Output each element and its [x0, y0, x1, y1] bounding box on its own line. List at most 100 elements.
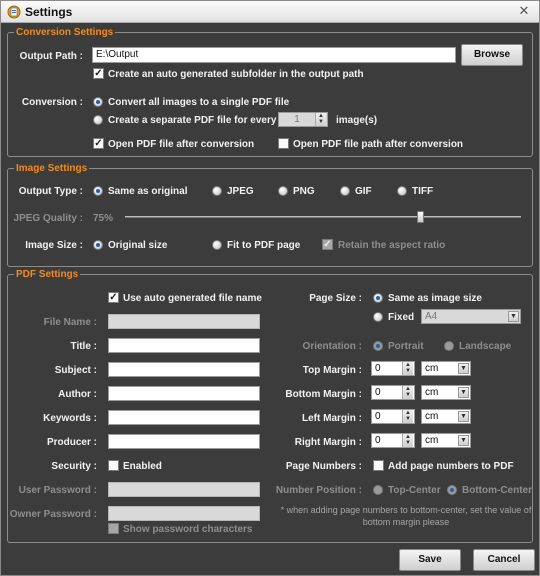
retain-ratio-label: Retain the aspect ratio	[338, 240, 446, 251]
file-name-label: File Name :	[43, 317, 97, 328]
images-per-pdf-value: 1	[294, 114, 300, 125]
owner-password-input[interactable]	[108, 506, 260, 521]
security-enabled-checkbox[interactable]	[108, 460, 119, 471]
bottom-margin-label: Bottom Margin :	[285, 389, 362, 400]
type-radio-gif[interactable]	[340, 186, 350, 196]
bottom-center-label: Bottom-Center	[462, 485, 532, 496]
top-center-radio[interactable]	[373, 485, 383, 495]
keywords-input[interactable]	[108, 410, 260, 425]
single-pdf-radio[interactable]	[93, 97, 103, 107]
left-margin-stepper[interactable]: 0 ▲ ▼	[371, 409, 415, 424]
top-margin-unit-select[interactable]: cm ▼	[421, 361, 471, 376]
stepper-arrows-icon[interactable]: ▲ ▼	[402, 386, 413, 399]
page-number-note: * when adding page numbers to bottom-cen…	[280, 505, 532, 527]
orientation-label: Orientation :	[302, 341, 362, 352]
fixed-size-radio[interactable]	[373, 312, 383, 322]
bottom-center-radio[interactable]	[447, 485, 457, 495]
landscape-radio[interactable]	[444, 341, 454, 351]
portrait-label: Portrait	[388, 341, 424, 352]
settings-window: Settings ✕ Conversion Settings Output Pa…	[0, 0, 540, 576]
type-radio-png[interactable]	[278, 186, 288, 196]
left-margin-value: 0	[375, 411, 381, 422]
bottom-margin-unit-select[interactable]: cm ▼	[421, 385, 471, 400]
type-radio-tiff[interactable]	[397, 186, 407, 196]
output-path-input[interactable]: E:\Output	[92, 47, 456, 63]
chevron-down-icon[interactable]: ▼	[458, 435, 469, 446]
stepper-arrows-icon[interactable]: ▲ ▼	[402, 410, 413, 423]
conversion-label: Conversion :	[21, 97, 83, 108]
jpeg-quality-label: JPEG Quality :	[13, 213, 83, 224]
keywords-label: Keywords :	[43, 413, 97, 424]
original-size-radio[interactable]	[93, 240, 103, 250]
stepper-arrows-icon[interactable]: ▲ ▼	[402, 434, 413, 447]
right-margin-unit: cm	[425, 435, 439, 446]
output-path-label: Output Path :	[19, 51, 83, 62]
type-label-same: Same as original	[108, 186, 188, 197]
top-center-label: Top-Center	[388, 485, 441, 496]
conversion-settings-legend: Conversion Settings	[16, 27, 114, 38]
open-path-checkbox[interactable]	[278, 138, 289, 149]
retain-ratio-checkbox[interactable]: ✓	[322, 239, 333, 250]
jpeg-quality-value: 75%	[93, 213, 114, 224]
top-margin-stepper[interactable]: 0 ▲ ▼	[371, 361, 415, 376]
producer-label: Producer :	[46, 437, 97, 448]
type-label-jpeg: JPEG	[227, 186, 254, 197]
subfolder-label: Create an auto generated subfolder in th…	[108, 69, 364, 80]
fixed-size-select[interactable]: A4 ▼	[421, 309, 521, 324]
open-pdf-label: Open PDF file after conversion	[108, 139, 255, 150]
add-page-numbers-checkbox[interactable]	[373, 460, 384, 471]
same-as-image-radio[interactable]	[373, 293, 383, 303]
app-icon	[7, 5, 21, 19]
left-margin-label: Left Margin :	[302, 413, 362, 424]
right-margin-stepper[interactable]: 0 ▲ ▼	[371, 433, 415, 448]
pdf-settings-legend: PDF Settings	[16, 269, 79, 280]
chevron-down-icon[interactable]: ▼	[458, 411, 469, 422]
user-password-input[interactable]	[108, 482, 260, 497]
browse-button[interactable]: Browse	[461, 44, 523, 66]
open-pdf-checkbox[interactable]: ✓	[93, 138, 104, 149]
auto-name-label: Use auto generated file name	[123, 293, 262, 304]
producer-input[interactable]	[108, 434, 260, 449]
left-margin-unit-select[interactable]: cm ▼	[421, 409, 471, 424]
file-name-input[interactable]	[108, 314, 260, 329]
stepper-arrows-icon[interactable]: ▲ ▼	[402, 362, 413, 375]
security-enabled-label: Enabled	[123, 461, 162, 472]
show-password-checkbox[interactable]	[108, 523, 119, 534]
portrait-radio[interactable]	[373, 341, 383, 351]
type-label-gif: GIF	[355, 186, 372, 197]
owner-password-label: Owner Password :	[9, 509, 97, 520]
close-icon[interactable]: ✕	[517, 4, 531, 18]
subfolder-checkbox[interactable]: ✓	[93, 68, 104, 79]
images-per-pdf-stepper[interactable]: 1 ▲ ▼	[278, 112, 328, 127]
chevron-down-icon[interactable]: ▼	[508, 311, 519, 322]
subject-input[interactable]	[108, 362, 260, 377]
fit-pdf-radio[interactable]	[212, 240, 222, 250]
title-input[interactable]	[108, 338, 260, 353]
image-size-label: Image Size :	[25, 240, 83, 251]
jpeg-quality-slider-track[interactable]	[125, 216, 521, 218]
cancel-button[interactable]: Cancel	[473, 549, 535, 571]
security-label: Security :	[51, 461, 97, 472]
images-unit-label: image(s)	[336, 115, 378, 126]
chevron-down-icon[interactable]: ▼	[458, 387, 469, 398]
type-label-tiff: TIFF	[412, 186, 434, 197]
top-margin-value: 0	[375, 363, 381, 374]
bottom-margin-stepper[interactable]: 0 ▲ ▼	[371, 385, 415, 400]
save-button[interactable]: Save	[399, 549, 461, 571]
number-position-label: Number Position :	[275, 485, 362, 496]
separate-pdf-radio[interactable]	[93, 115, 103, 125]
bottom-margin-value: 0	[375, 387, 381, 398]
type-radio-jpeg[interactable]	[212, 186, 222, 196]
fixed-size-label: Fixed	[388, 312, 415, 323]
author-input[interactable]	[108, 386, 260, 401]
jpeg-quality-slider-thumb[interactable]	[416, 211, 424, 223]
user-password-label: User Password :	[18, 485, 97, 496]
stepper-arrows-icon[interactable]: ▲ ▼	[315, 113, 326, 126]
title-label: Title :	[70, 341, 97, 352]
auto-name-checkbox[interactable]: ✓	[108, 292, 119, 303]
right-margin-unit-select[interactable]: cm ▼	[421, 433, 471, 448]
type-label-png: PNG	[293, 186, 315, 197]
type-radio-same[interactable]	[93, 186, 103, 196]
chevron-down-icon[interactable]: ▼	[458, 363, 469, 374]
separate-pdf-label: Create a separate PDF file for every	[108, 115, 277, 126]
